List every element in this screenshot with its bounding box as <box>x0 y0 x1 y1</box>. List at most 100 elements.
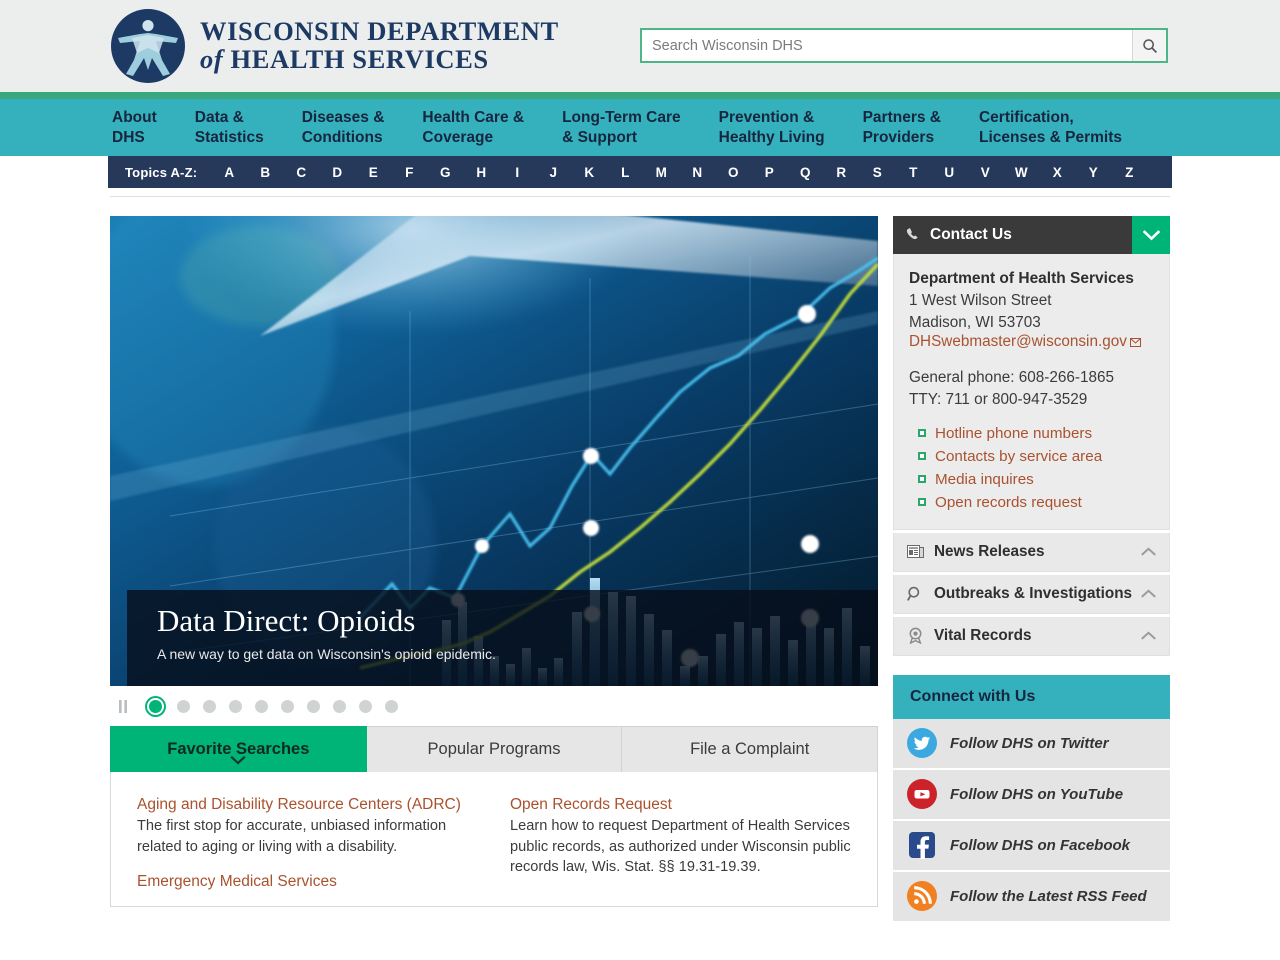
topics-az-letter-T[interactable]: T <box>895 165 931 180</box>
chevron-up-icon[interactable] <box>1141 631 1156 640</box>
tab-label: Popular Programs <box>427 740 561 758</box>
social-link-twitter[interactable]: Follow DHS on Twitter <box>893 718 1170 770</box>
topics-az-letter-V[interactable]: V <box>967 165 1003 180</box>
chevron-up-icon[interactable] <box>1141 547 1156 556</box>
panel-link-open-records[interactable]: Open Records Request <box>510 796 851 814</box>
carousel-dot-2[interactable] <box>203 699 216 713</box>
award-seal-icon <box>907 627 924 645</box>
contact-org-name: Department of Health Services <box>909 270 1134 287</box>
topics-az-letter-Z[interactable]: Z <box>1111 165 1147 180</box>
carousel-dot-0[interactable] <box>148 699 162 713</box>
accent-strip <box>0 92 1280 99</box>
nav-item-3[interactable]: Health Care & Coverage <box>422 108 524 148</box>
accordion-news-releases[interactable]: News Releases <box>893 532 1170 572</box>
tab-popular-programs[interactable]: Popular Programs <box>366 726 623 772</box>
panel-link-adrc[interactable]: Aging and Disability Resource Centers (A… <box>137 796 478 814</box>
nav-item-4[interactable]: Long-Term Care & Support <box>562 108 681 148</box>
carousel-dot-4[interactable] <box>255 699 268 713</box>
bullet-square-icon <box>918 452 926 461</box>
topics-az-letter-I[interactable]: I <box>499 165 535 180</box>
contact-link-1[interactable]: Contacts by service area <box>935 448 1102 465</box>
panel-desc-open-records: Learn how to request Department of Healt… <box>510 818 851 876</box>
topics-az-letter-D[interactable]: D <box>319 165 355 180</box>
connect-with-us-title: Connect with Us <box>910 687 1036 705</box>
topics-az-letter-F[interactable]: F <box>391 165 427 180</box>
logo-line-2: of HEALTH SERVICES <box>200 45 559 74</box>
nav-item-6[interactable]: Partners & Providers <box>863 108 941 148</box>
connect-with-us-header: Connect with Us <box>893 674 1170 719</box>
topics-az-letter-X[interactable]: X <box>1039 165 1075 180</box>
contact-link-3[interactable]: Open records request <box>935 494 1082 511</box>
topics-az-letter-O[interactable]: O <box>715 165 751 180</box>
topics-az-letter-S[interactable]: S <box>859 165 895 180</box>
social-link-facebook[interactable]: Follow DHS on Facebook <box>893 820 1170 872</box>
tab-favorite-searches[interactable]: Favorite Searches <box>110 726 367 772</box>
topics-az-letter-M[interactable]: M <box>643 165 679 180</box>
nav-item-0[interactable]: About DHS <box>112 108 157 148</box>
social-link-rss[interactable]: Follow the Latest RSS Feed <box>893 871 1170 923</box>
chevron-up-icon[interactable] <box>1141 589 1156 598</box>
carousel-dot-5[interactable] <box>281 699 294 713</box>
accordion-vital-records[interactable]: Vital Records <box>893 616 1170 656</box>
topics-az-letter-L[interactable]: L <box>607 165 643 180</box>
topics-az-letter-U[interactable]: U <box>931 165 967 180</box>
contact-tty: TTY: 711 or 800-947-3529 <box>909 391 1088 409</box>
bullet-square-icon <box>918 429 926 438</box>
topics-az-letter-W[interactable]: W <box>1003 165 1039 180</box>
contact-link-row-2[interactable]: Media inquires <box>918 471 1169 488</box>
page-body: Data Direct: Opioids A new way to get da… <box>0 188 1280 960</box>
site-search[interactable] <box>640 28 1168 63</box>
main-column: Data Direct: Opioids A new way to get da… <box>110 216 879 907</box>
accordion-label: Vital Records <box>934 626 1032 644</box>
hero-carousel-slide[interactable]: Data Direct: Opioids A new way to get da… <box>110 216 878 686</box>
topics-az-letter-A[interactable]: A <box>211 165 247 180</box>
contact-link-row-0[interactable]: Hotline phone numbers <box>918 425 1169 442</box>
search-submit-button[interactable] <box>1132 30 1166 61</box>
panel-link-ems[interactable]: Emergency Medical Services <box>137 873 478 891</box>
topics-az-letter-E[interactable]: E <box>355 165 391 180</box>
topics-az-letter-Q[interactable]: Q <box>787 165 823 180</box>
accordion-label: Outbreaks & Investigations <box>934 584 1133 602</box>
contact-us-header[interactable]: Contact Us <box>893 216 1170 254</box>
panel-desc-adrc: The first stop for accurate, unbiased in… <box>137 818 447 855</box>
carousel-dot-3[interactable] <box>229 699 242 713</box>
contact-us-toggle[interactable] <box>1132 216 1170 254</box>
social-link-label: Follow DHS on YouTube <box>950 785 1124 803</box>
topics-az-letter-K[interactable]: K <box>571 165 607 180</box>
nav-item-1[interactable]: Data & Statistics <box>195 108 264 148</box>
nav-item-7[interactable]: Certification, Licenses & Permits <box>979 108 1122 148</box>
contact-link-row-3[interactable]: Open records request <box>918 494 1169 511</box>
contact-link-row-1[interactable]: Contacts by service area <box>918 448 1169 465</box>
topics-az-letter-Y[interactable]: Y <box>1075 165 1111 180</box>
pause-icon[interactable] <box>112 697 134 715</box>
dhs-person-seal-logo <box>111 9 185 83</box>
topics-az-letter-N[interactable]: N <box>679 165 715 180</box>
topics-az-letter-H[interactable]: H <box>463 165 499 180</box>
search-input[interactable] <box>642 30 1132 61</box>
contact-email-link[interactable]: DHSwebmaster@wisconsin.gov <box>909 333 1127 351</box>
hero-title: Data Direct: Opioids <box>157 603 416 638</box>
topics-az-letter-B[interactable]: B <box>247 165 283 180</box>
sidebar: Contact Us Department of Health Services… <box>893 216 1170 923</box>
topics-az-letter-C[interactable]: C <box>283 165 319 180</box>
social-link-youtube[interactable]: Follow DHS on YouTube <box>893 769 1170 821</box>
carousel-dot-1[interactable] <box>177 699 190 713</box>
topics-az-letter-G[interactable]: G <box>427 165 463 180</box>
social-link-label: Follow DHS on Twitter <box>950 734 1109 752</box>
carousel-dot-6[interactable] <box>307 699 320 713</box>
site-logo[interactable]: WISCONSIN DEPARTMENT of HEALTH SERVICES <box>110 8 559 84</box>
contact-us-body: Department of Health Services 1 West Wil… <box>893 254 1170 530</box>
topics-az-letter-P[interactable]: P <box>751 165 787 180</box>
topics-az-letter-R[interactable]: R <box>823 165 859 180</box>
nav-item-5[interactable]: Prevention & Healthy Living <box>719 108 825 148</box>
carousel-dot-7[interactable] <box>333 699 346 713</box>
tab-file-a-complaint[interactable]: File a Complaint <box>622 726 879 772</box>
social-link-label: Follow the Latest RSS Feed <box>950 887 1147 905</box>
contact-link-2[interactable]: Media inquires <box>935 471 1034 488</box>
nav-item-2[interactable]: Diseases & Conditions <box>302 108 385 148</box>
carousel-dot-9[interactable] <box>385 699 398 713</box>
carousel-dot-8[interactable] <box>359 699 372 713</box>
topics-az-letter-J[interactable]: J <box>535 165 571 180</box>
accordion-outbreaks-investigations[interactable]: Outbreaks & Investigations <box>893 574 1170 614</box>
contact-link-0[interactable]: Hotline phone numbers <box>935 425 1092 442</box>
